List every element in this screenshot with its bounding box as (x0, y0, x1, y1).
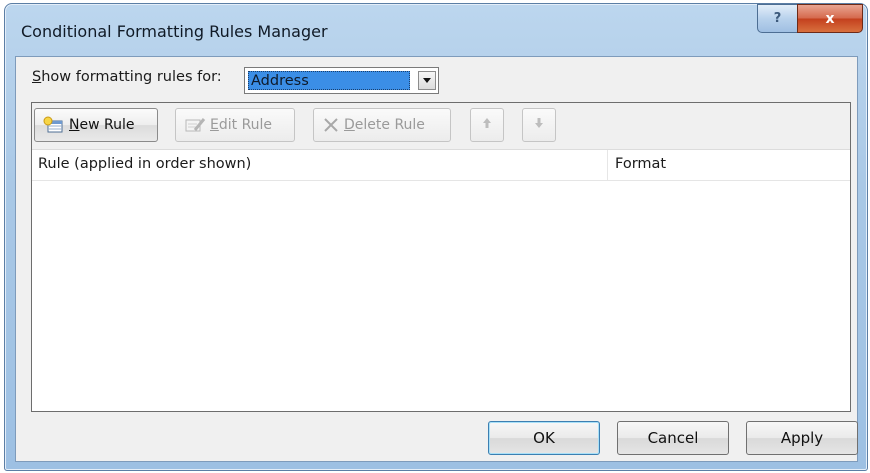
delete-icon (322, 116, 340, 134)
edit-rule-button[interactable]: Edit Rule (175, 108, 295, 142)
new-rule-label-text: ew Rule (79, 117, 135, 133)
new-rule-mnemonic: N (69, 117, 80, 133)
arrow-up-icon (482, 117, 492, 133)
ok-button[interactable]: OK (488, 421, 600, 455)
dialog-window: Conditional Formatting Rules Manager ? x… (4, 3, 868, 471)
show-rules-dropdown[interactable]: Address (244, 67, 439, 94)
column-divider[interactable] (607, 150, 608, 180)
edit-rule-label-text: dit Rule (218, 117, 273, 133)
new-rule-button[interactable]: New Rule (34, 108, 158, 142)
cancel-button[interactable]: Cancel (617, 421, 729, 455)
close-icon: x (825, 10, 835, 27)
move-down-button[interactable] (522, 108, 556, 142)
window-title: Conditional Formatting Rules Manager (21, 22, 328, 41)
edit-rule-label: Edit Rule (210, 117, 272, 133)
edit-rule-mnemonic: E (210, 117, 219, 133)
delete-rule-label-text: elete Rule (354, 117, 425, 133)
column-header-rule[interactable]: Rule (applied in order shown) (38, 156, 251, 172)
title-bar[interactable]: Conditional Formatting Rules Manager ? x (5, 4, 867, 56)
edit-rule-icon (184, 116, 206, 134)
show-rules-label: Show formatting rules for: (32, 69, 222, 85)
show-rules-selected-value: Address (248, 71, 410, 90)
column-header-format[interactable]: Format (615, 156, 666, 172)
help-icon: ? (773, 11, 782, 26)
arrow-down-icon (534, 117, 544, 133)
show-rules-label-mnemonic: S (32, 69, 42, 85)
dialog-body: Show formatting rules for: Address New R… (15, 56, 858, 462)
delete-rule-label: Delete Rule (344, 117, 425, 133)
move-up-button[interactable] (470, 108, 504, 142)
apply-button[interactable]: Apply (746, 421, 858, 455)
rules-list-header: Rule (applied in order shown) Format (32, 149, 850, 181)
rules-list-body[interactable] (32, 180, 850, 411)
new-rule-icon (43, 116, 65, 134)
chevron-down-icon[interactable] (418, 71, 436, 90)
rules-toolbar: New Rule Edit Rule Delete Rule (32, 103, 850, 149)
delete-rule-button[interactable]: Delete Rule (313, 108, 451, 142)
delete-rule-mnemonic: D (344, 117, 355, 133)
help-button[interactable]: ? (757, 4, 798, 33)
rules-panel: New Rule Edit Rule Delete Rule Rule (app… (31, 102, 851, 412)
show-rules-label-text: how formatting rules for: (41, 69, 222, 85)
new-rule-label: New Rule (69, 117, 134, 133)
close-button[interactable]: x (797, 4, 863, 33)
